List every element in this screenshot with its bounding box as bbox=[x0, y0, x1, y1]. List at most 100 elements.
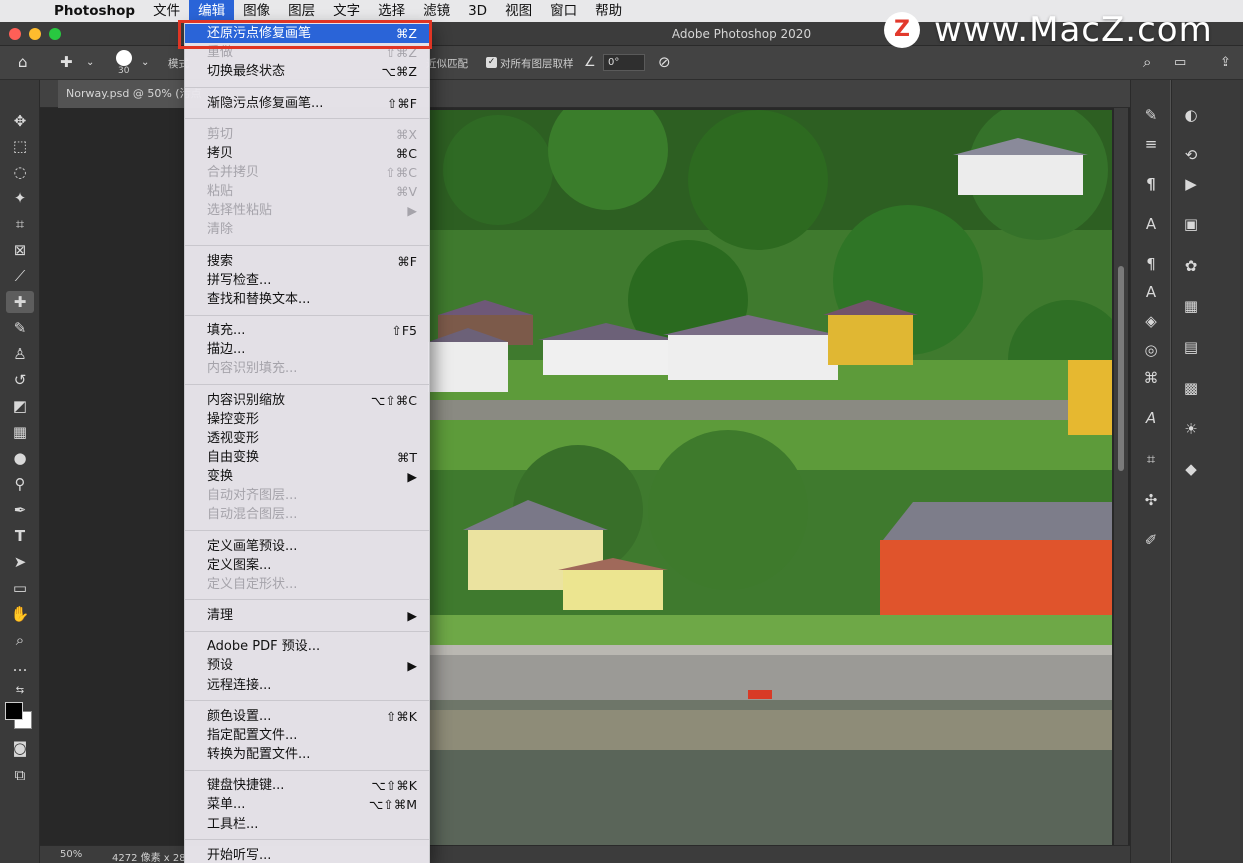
chevron-down-icon[interactable]: ⌄ bbox=[86, 57, 94, 68]
channels-icon[interactable]: ◎ bbox=[1137, 338, 1165, 362]
learn-lightbulb-icon[interactable]: ☀ bbox=[1177, 417, 1205, 441]
gradients-icon[interactable]: ▤ bbox=[1177, 335, 1205, 359]
edit-menu-item[interactable]: 工具栏... bbox=[185, 815, 429, 834]
brush-size-preview[interactable] bbox=[116, 50, 132, 66]
edit-menu-item[interactable]: 键盘快捷键... ⌥⇧⌘K bbox=[185, 776, 429, 795]
menu-layer[interactable]: 图层 bbox=[279, 0, 324, 22]
paths-icon[interactable]: ⌘ bbox=[1137, 366, 1165, 390]
edit-menu-item[interactable]: 定义图案... bbox=[185, 556, 429, 575]
workspace-icon[interactable]: ▭ bbox=[1174, 55, 1186, 70]
zoom-tool-icon[interactable]: ⌕ bbox=[6, 629, 34, 651]
edit-menu-item[interactable]: 操控变形 bbox=[185, 410, 429, 429]
edit-menu-item[interactable]: 指定配置文件... bbox=[185, 726, 429, 745]
edit-menu-item[interactable]: 查找和替换文本... bbox=[185, 290, 429, 309]
vertical-scrollbar[interactable] bbox=[1114, 108, 1128, 845]
menu-help[interactable]: 帮助 bbox=[586, 0, 631, 22]
paragraph-styles-icon[interactable]: ¶ bbox=[1137, 252, 1165, 276]
edit-menu-item[interactable]: Adobe PDF 预设... bbox=[185, 637, 429, 656]
app-menu[interactable]: Photoshop bbox=[44, 3, 144, 19]
home-icon[interactable]: ⌂ bbox=[18, 53, 28, 71]
edit-menu-item[interactable]: 颜色设置... ⇧⌘K bbox=[185, 707, 429, 726]
actions-play-icon[interactable]: ▶ bbox=[1177, 172, 1205, 196]
edit-menu-item[interactable]: 拷贝 ⌘C bbox=[185, 144, 429, 163]
edit-menu-item[interactable]: 变换 ▶ bbox=[185, 467, 429, 486]
character-icon[interactable]: A bbox=[1137, 212, 1165, 236]
clone-stamp-tool-icon[interactable]: ♙ bbox=[6, 343, 34, 365]
paragraph-icon[interactable]: ¶ bbox=[1137, 172, 1165, 196]
brush-presets-icon[interactable]: ≡ bbox=[1137, 132, 1165, 156]
swap-colors-icon[interactable]: ⇆ bbox=[6, 680, 34, 702]
spot-healing-brush-tool-icon[interactable]: ✚ bbox=[6, 291, 34, 313]
menu-select[interactable]: 选择 bbox=[369, 0, 414, 22]
menu-filter[interactable]: 滤镜 bbox=[414, 0, 459, 22]
edit-menu-item[interactable]: 透视变形 bbox=[185, 429, 429, 448]
dodge-tool-icon[interactable]: ⚲ bbox=[6, 473, 34, 495]
pen-tool-icon[interactable]: ✒ bbox=[6, 499, 34, 521]
edit-menu-item[interactable]: 自由变换 ⌘T bbox=[185, 448, 429, 467]
share-icon[interactable]: ⇪ bbox=[1220, 55, 1231, 70]
edit-menu-item[interactable]: 描边... bbox=[185, 340, 429, 359]
crop-panel-icon[interactable]: ⌗ bbox=[1137, 447, 1165, 471]
edit-menu-item[interactable]: 拼写检查... bbox=[185, 271, 429, 290]
screen-mode-icon[interactable]: ⧉ bbox=[6, 764, 34, 786]
brush-panel-icon[interactable]: ✐ bbox=[1137, 528, 1165, 552]
zoom-level[interactable]: 50% bbox=[60, 849, 82, 860]
gradient-tool-icon[interactable]: ▦ bbox=[6, 421, 34, 443]
sample-all-layers-checkbox[interactable]: ✓ bbox=[486, 57, 497, 68]
edit-menu-item[interactable]: 远程连接... bbox=[185, 676, 429, 695]
move-tool-icon[interactable]: ✥ bbox=[6, 110, 34, 132]
menu-image[interactable]: 图像 bbox=[234, 0, 279, 22]
sample-type-label[interactable]: 近似匹配 bbox=[426, 56, 468, 71]
more-tools-icon[interactable]: … bbox=[6, 655, 34, 677]
pressure-size-icon[interactable]: ⊘ bbox=[658, 53, 671, 71]
patterns-icon[interactable]: ▩ bbox=[1177, 376, 1205, 400]
edit-menu-item[interactable]: 切换最终状态 ⌥⌘Z bbox=[185, 62, 429, 81]
crop-tool-icon[interactable]: ⌗ bbox=[6, 213, 34, 235]
color-palette-icon[interactable]: ✿ bbox=[1177, 254, 1205, 278]
path-selection-tool-icon[interactable]: ➤ bbox=[6, 551, 34, 573]
spot-healing-preset-icon[interactable]: ✚ bbox=[60, 53, 73, 71]
rectangle-tool-icon[interactable]: ▭ bbox=[6, 577, 34, 599]
eraser-tool-icon[interactable]: ◩ bbox=[6, 395, 34, 417]
lasso-tool-icon[interactable]: ◌ bbox=[6, 161, 34, 183]
puzzle-icon[interactable]: ✣ bbox=[1137, 488, 1165, 512]
eyedropper-tool-icon[interactable]: ⟋ bbox=[6, 265, 34, 287]
foreground-color-swatch[interactable] bbox=[5, 702, 23, 720]
marquee-tool-icon[interactable]: ⬚ bbox=[6, 135, 34, 157]
swatches-grid-icon[interactable]: ▦ bbox=[1177, 294, 1205, 318]
frame-tool-icon[interactable]: ⊠ bbox=[6, 239, 34, 261]
menu-file[interactable]: 文件 bbox=[144, 0, 189, 22]
edit-menu-item[interactable]: 转换为配置文件... bbox=[185, 745, 429, 764]
quick-mask-icon[interactable]: ◙ bbox=[6, 737, 34, 759]
3d-cube-icon[interactable]: ◆ bbox=[1177, 457, 1205, 481]
blur-tool-icon[interactable]: ● bbox=[6, 447, 34, 469]
edit-menu-item[interactable]: 定义画笔预设... bbox=[185, 537, 429, 556]
edit-menu-item[interactable]: 菜单... ⌥⇧⌘M bbox=[185, 795, 429, 814]
character-styles-icon[interactable]: A bbox=[1137, 280, 1165, 304]
menu-view[interactable]: 视图 bbox=[496, 0, 541, 22]
edit-menu-item[interactable]: 预设 ▶ bbox=[185, 656, 429, 675]
hand-tool-icon[interactable]: ✋ bbox=[6, 603, 34, 625]
type-tool-icon[interactable]: T bbox=[6, 525, 34, 547]
menu-window[interactable]: 窗口 bbox=[541, 0, 586, 22]
edit-menu-item[interactable]: 清理 ▶ bbox=[185, 606, 429, 625]
edit-menu-item[interactable]: 开始听写... bbox=[185, 846, 429, 863]
libraries-icon[interactable]: ▣ bbox=[1177, 212, 1205, 236]
glyphs-icon[interactable]: A bbox=[1137, 406, 1165, 430]
history-brush-tool-icon[interactable]: ↺ bbox=[6, 369, 34, 391]
edit-menu-item[interactable]: 渐隐污点修复画笔... ⇧⌘F bbox=[185, 94, 429, 113]
scrollbar-thumb[interactable] bbox=[1118, 266, 1124, 471]
search-icon[interactable]: ⌕ bbox=[1143, 53, 1151, 71]
history-icon[interactable]: ⟲ bbox=[1177, 143, 1205, 167]
edit-menu-item[interactable]: 搜索 ⌘F bbox=[185, 252, 429, 271]
edit-menu-item[interactable]: 内容识别缩放 ⌥⇧⌘C bbox=[185, 391, 429, 410]
menu-edit[interactable]: 编辑 bbox=[189, 0, 235, 22]
layers-icon[interactable]: ◈ bbox=[1137, 309, 1165, 333]
menu-type[interactable]: 文字 bbox=[324, 0, 369, 22]
angle-input[interactable]: 0° bbox=[603, 54, 645, 71]
brush-tool-icon[interactable]: ✎ bbox=[6, 317, 34, 339]
brush-settings-icon[interactable]: ✎ bbox=[1137, 103, 1165, 127]
menu-3d[interactable]: 3D bbox=[459, 0, 496, 22]
adjustments-icon[interactable]: ◐ bbox=[1177, 103, 1205, 127]
chevron-down-icon[interactable]: ⌄ bbox=[141, 57, 149, 68]
